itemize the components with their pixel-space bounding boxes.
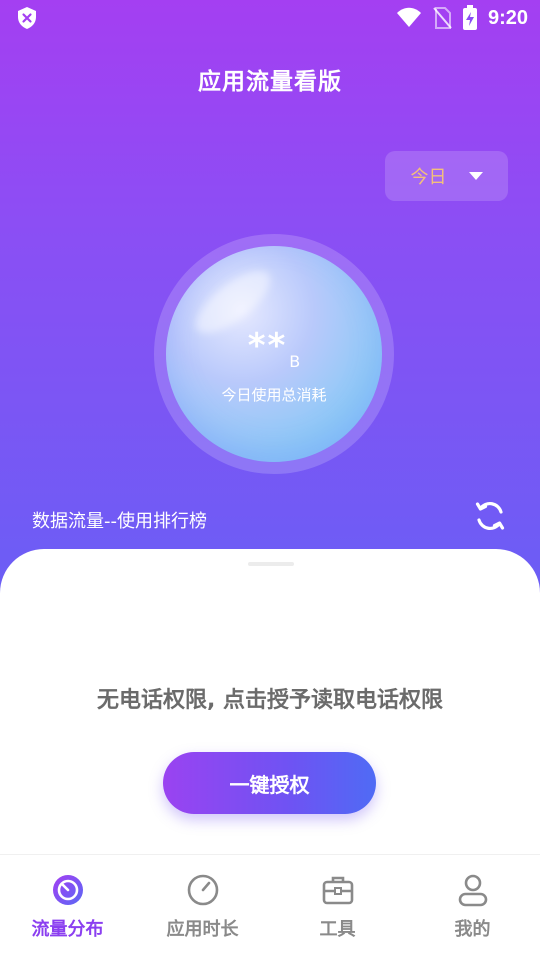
- tab-label: 流量分布: [31, 919, 104, 940]
- no-sim-icon: [433, 7, 452, 29]
- wifi-icon: [396, 7, 421, 27]
- tab-tools[interactable]: 工具: [270, 855, 405, 960]
- usage-orb: ** B 今日使用总消耗: [166, 246, 382, 462]
- header-background: 9:20 应用流量看版 今日 ** B 今日使用总消耗 数据流量--使用排行榜: [0, 0, 540, 600]
- permission-message[interactable]: 无电话权限, 点击授予读取电话权限: [0, 682, 540, 714]
- chevron-down-icon: [468, 172, 483, 180]
- refresh-icon[interactable]: [472, 498, 508, 534]
- usage-number: **: [247, 326, 288, 366]
- clock: 9:20: [487, 6, 528, 29]
- battery-charging-icon: [462, 5, 477, 30]
- profile-icon: [458, 874, 487, 907]
- period-label: 今日: [410, 167, 447, 188]
- tab-app-usage-time[interactable]: 应用时长: [135, 855, 270, 960]
- ranking-title: 数据流量--使用排行榜: [32, 511, 207, 532]
- timer-icon: [187, 874, 218, 906]
- bottom-tab-bar: 流量分布 应用时长 工具 我的: [0, 854, 540, 960]
- drag-handle[interactable]: [248, 562, 294, 566]
- period-selector[interactable]: 今日: [385, 151, 508, 201]
- permission-sheet: 无电话权限, 点击授予读取电话权限 一键授权: [0, 549, 540, 869]
- usage-unit: B: [289, 352, 301, 371]
- usage-caption: 今日使用总消耗: [221, 386, 327, 404]
- usage-value: ** B: [166, 326, 382, 371]
- tab-label: 工具: [319, 919, 356, 940]
- shield-icon: [18, 7, 36, 29]
- tab-profile[interactable]: 我的: [405, 855, 540, 960]
- page-title: 应用流量看版: [198, 69, 342, 95]
- toolbox-icon: [322, 876, 353, 905]
- authorize-button[interactable]: 一键授权: [163, 752, 376, 814]
- status-bar: 9:20: [0, 0, 540, 36]
- tab-label: 应用时长: [166, 919, 239, 940]
- traffic-icon: [52, 875, 83, 905]
- tab-label: 我的: [454, 919, 491, 940]
- tab-traffic-distribution[interactable]: 流量分布: [0, 855, 135, 960]
